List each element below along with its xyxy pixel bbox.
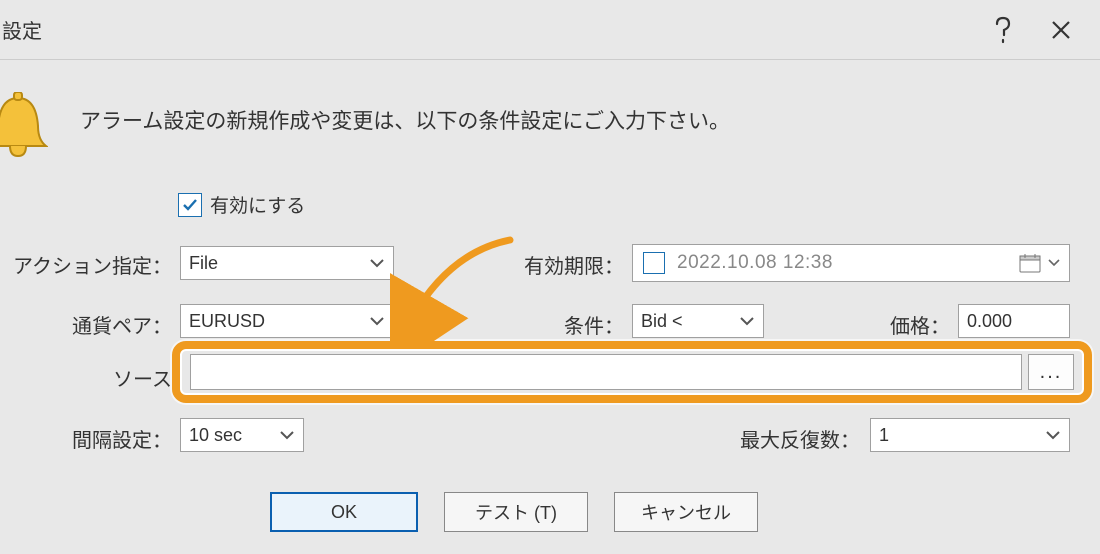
action-value: File <box>189 253 218 274</box>
button-row: OK テスト (T) キャンセル <box>0 492 1100 532</box>
pair-value: EURUSD <box>189 311 265 332</box>
repeat-value: 1 <box>879 425 889 446</box>
test-label: テスト (T) <box>475 499 557 525</box>
condition-label: 条件： <box>500 310 624 339</box>
condition-select[interactable]: Bid < <box>632 304 764 338</box>
repeat-select[interactable]: 1 <box>870 418 1070 452</box>
interval-select[interactable]: 10 sec <box>180 418 304 452</box>
titlebar: 設定 <box>0 0 1100 60</box>
ok-button[interactable]: OK <box>270 492 418 532</box>
interval-label: 間隔設定： <box>0 424 172 453</box>
chevron-down-icon <box>1045 430 1061 440</box>
chevron-down-icon <box>279 430 295 440</box>
chevron-down-icon[interactable] <box>1045 259 1063 267</box>
expiry-label: 有効期限： <box>430 250 624 279</box>
action-label: アクション指定： <box>0 250 172 279</box>
chevron-down-icon <box>369 316 385 326</box>
window-title: 設定 <box>0 15 42 44</box>
browse-label: ... <box>1040 361 1063 384</box>
bell-icon <box>0 92 48 160</box>
repeat-label: 最大反復数： <box>670 424 860 453</box>
enable-checkbox[interactable] <box>178 193 202 217</box>
browse-button[interactable]: ... <box>1028 354 1074 390</box>
expiry-checkbox[interactable] <box>643 252 665 274</box>
action-select[interactable]: File <box>180 246 394 280</box>
banner-text: アラーム設定の新規作成や変更は、以下の条件設定にご入力下さい。 <box>80 105 730 135</box>
ok-label: OK <box>331 502 357 523</box>
source-input[interactable] <box>190 354 1022 390</box>
pair-label: 通貨ペア： <box>0 310 172 339</box>
expiry-field[interactable]: 2022.10.08 12:38 <box>632 244 1070 282</box>
chevron-down-icon <box>739 316 755 326</box>
pair-select[interactable]: EURUSD <box>180 304 394 338</box>
price-label: 価格： <box>838 310 950 339</box>
enable-label: 有効にする <box>210 191 305 218</box>
price-value: 0.000 <box>967 311 1012 332</box>
test-button[interactable]: テスト (T) <box>444 492 588 532</box>
cancel-label: キャンセル <box>641 499 731 525</box>
interval-value: 10 sec <box>189 425 242 446</box>
chevron-down-icon <box>369 258 385 268</box>
help-icon[interactable] <box>974 1 1032 59</box>
enable-row: 有効にする <box>178 191 305 218</box>
expiry-value: 2022.10.08 12:38 <box>677 252 1015 274</box>
condition-value: Bid < <box>641 311 683 332</box>
cancel-button[interactable]: キャンセル <box>614 492 758 532</box>
source-label: ソース <box>0 363 172 392</box>
calendar-icon[interactable] <box>1015 250 1045 276</box>
price-input[interactable]: 0.000 <box>958 304 1070 338</box>
close-icon[interactable] <box>1032 1 1090 59</box>
